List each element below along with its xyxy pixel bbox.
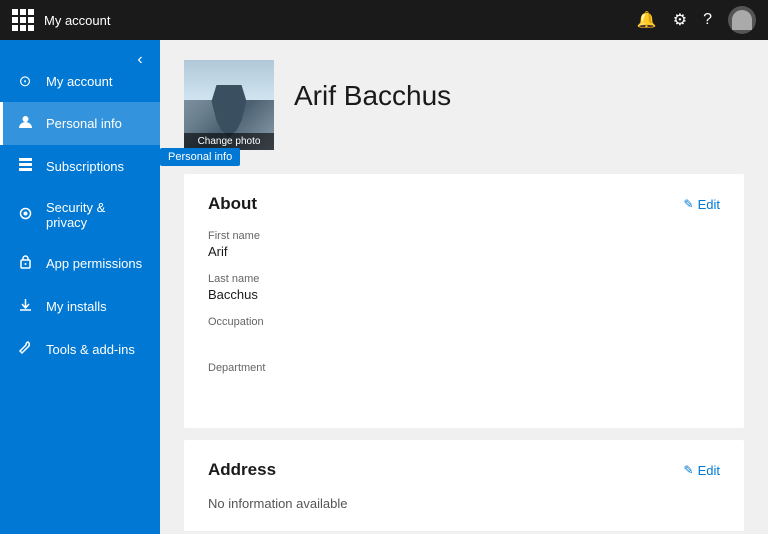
- my-installs-icon: [16, 297, 34, 316]
- sidebar-item-subscriptions[interactable]: Subscriptions: [0, 145, 160, 188]
- help-icon[interactable]: ?: [703, 11, 712, 29]
- address-title: Address: [208, 460, 276, 480]
- apps-grid-icon[interactable]: [12, 9, 34, 31]
- notification-icon[interactable]: 🔔: [637, 10, 657, 30]
- sidebar-item-my-account[interactable]: ⊙ My account: [0, 60, 160, 102]
- firstname-field: First name Arif: [208, 230, 720, 259]
- main-content: Change photo Arif Bacchus About ✎ Edit F…: [160, 40, 768, 534]
- sidebar-item-app-permissions[interactable]: App permissions: [0, 242, 160, 285]
- main-layout: ‹ ⊙ My account Personal info Su: [0, 40, 768, 534]
- change-photo-button[interactable]: Change photo: [184, 133, 274, 150]
- profile-header: Change photo Arif Bacchus: [184, 60, 744, 150]
- subscriptions-icon: [16, 157, 34, 176]
- sidebar-item-label: Personal info: [46, 116, 122, 131]
- profile-name: Arif Bacchus: [294, 60, 451, 112]
- sidebar-item-label: Tools & add-ins: [46, 342, 135, 357]
- sidebar: ‹ ⊙ My account Personal info Su: [0, 40, 160, 534]
- sidebar-item-label: My account: [46, 74, 112, 89]
- address-card: Address ✎ Edit No information available: [184, 440, 744, 531]
- titlebar-actions: 🔔 ⚙ ?: [637, 6, 756, 34]
- edit-pencil-icon: ✎: [684, 463, 694, 477]
- about-card-header: About ✎ Edit: [208, 194, 720, 214]
- edit-pencil-icon: ✎: [684, 197, 694, 211]
- about-edit-button[interactable]: ✎ Edit: [684, 197, 720, 212]
- sidebar-item-label: My installs: [46, 299, 107, 314]
- personal-info-icon: [16, 114, 34, 133]
- sidebar-item-personal-info[interactable]: Personal info: [0, 102, 160, 145]
- about-title: About: [208, 194, 257, 214]
- sidebar-item-tools-addins[interactable]: Tools & add-ins: [0, 328, 160, 371]
- department-field: Department: [208, 362, 720, 394]
- settings-icon[interactable]: ⚙: [673, 10, 687, 30]
- lastname-field: Last name Bacchus: [208, 273, 720, 302]
- sidebar-item-my-installs[interactable]: My installs: [0, 285, 160, 328]
- address-card-header: Address ✎ Edit: [208, 460, 720, 480]
- address-edit-button[interactable]: ✎ Edit: [684, 463, 720, 478]
- titlebar-title: My account: [44, 13, 637, 28]
- sidebar-item-label: App permissions: [46, 256, 142, 271]
- sidebar-item-security-privacy[interactable]: Security & privacy: [0, 188, 160, 242]
- security-privacy-icon: [16, 206, 34, 225]
- address-no-info: No information available: [208, 496, 720, 511]
- profile-photo-container: Change photo: [184, 60, 274, 150]
- occupation-field: Occupation: [208, 316, 720, 348]
- user-avatar[interactable]: [728, 6, 756, 34]
- titlebar: My account 🔔 ⚙ ?: [0, 0, 768, 40]
- my-account-icon: ⊙: [16, 72, 34, 90]
- sidebar-item-label: Security & privacy: [46, 200, 144, 230]
- about-card: About ✎ Edit First name Arif Last name B…: [184, 174, 744, 428]
- sidebar-item-label: Subscriptions: [46, 159, 124, 174]
- avatar-silhouette: [732, 10, 752, 30]
- tools-addins-icon: [16, 340, 34, 359]
- app-permissions-icon: [16, 254, 34, 273]
